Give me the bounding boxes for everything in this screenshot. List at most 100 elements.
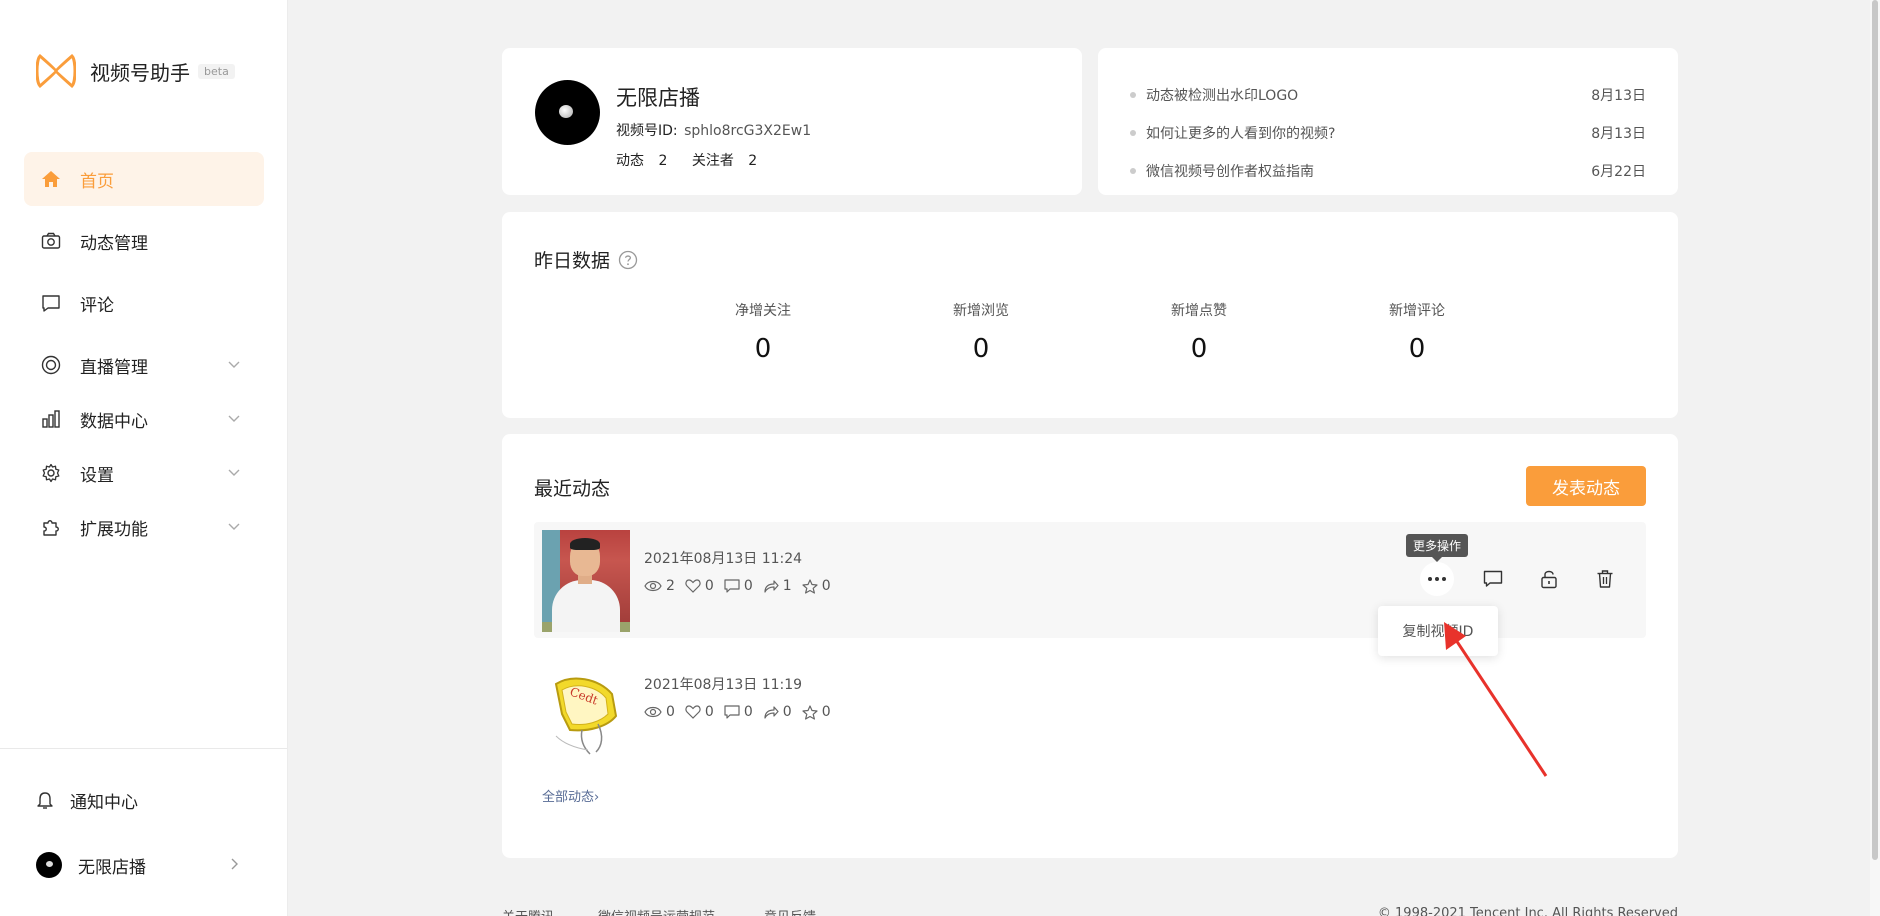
sidebar-item-label: 设置	[80, 465, 114, 486]
news-item[interactable]: 动态被检测出水印LOGO 8月13日	[1130, 76, 1646, 114]
camera-icon	[40, 230, 62, 252]
followers-count: 2	[748, 153, 758, 169]
shares-count: 1	[782, 578, 792, 594]
post-metrics: 2 0 0 1 0	[644, 578, 841, 594]
avatar	[36, 852, 62, 878]
heart-icon	[685, 705, 701, 719]
scrollbar[interactable]	[1870, 0, 1880, 916]
followers-label: 关注者	[691, 153, 734, 169]
news-item[interactable]: 如何让更多的人看到你的视频? 8月13日	[1130, 114, 1646, 152]
all-posts-label: 全部动态	[542, 790, 595, 805]
profile-name: 无限店播	[616, 86, 700, 110]
stat-value: 0	[1190, 334, 1208, 364]
copy-video-id-menu-item[interactable]: 复制视频ID	[1378, 606, 1498, 656]
stat-value: 0	[754, 334, 772, 364]
chevron-down-icon	[228, 523, 240, 530]
post-thumbnail[interactable]: Cedt	[542, 656, 630, 758]
likes-count: 0	[704, 704, 714, 720]
posts-count: 2	[658, 153, 668, 169]
news-date: 8月13日	[1591, 126, 1646, 142]
sidebar-item-home[interactable]: 首页	[24, 152, 264, 206]
account-menu[interactable]: 无限店播	[36, 852, 241, 878]
post-row[interactable]: Cedt 2021年08月13日 11:19 0 0 0 0 0	[534, 648, 1646, 764]
sidebar-item-posts[interactable]: 动态管理	[24, 214, 264, 268]
footer-link[interactable]: 意见反馈	[764, 906, 816, 916]
more-actions-button[interactable]	[1420, 562, 1454, 596]
post-time: 2021年08月13日 11:24	[644, 551, 803, 567]
stat-value: 0	[1408, 334, 1426, 364]
likes-metric: 0	[685, 704, 714, 720]
favs-metric: 0	[802, 704, 831, 720]
comment-icon	[724, 579, 740, 593]
publish-button[interactable]: 发表动态	[1526, 466, 1646, 506]
chevron-right-icon	[231, 858, 238, 870]
heart-icon	[685, 579, 701, 593]
privacy-button[interactable]	[1532, 562, 1566, 596]
likes-metric: 0	[685, 578, 714, 594]
news-list: 动态被检测出水印LOGO 8月13日 如何让更多的人看到你的视频? 8月13日 …	[1130, 76, 1646, 190]
post-metrics: 0 0 0 0 0	[644, 704, 841, 720]
share-icon	[764, 706, 779, 719]
comment-icon	[724, 705, 740, 719]
all-posts-link[interactable]: 全部动态›	[542, 786, 599, 805]
profile-id: 视频号ID: sphlo8rcG3X2Ew1	[616, 120, 811, 140]
sidebar-nav: 首页 动态管理 评论 直播管理 数据中心 设置 扩展功能	[24, 152, 264, 554]
profile-stats: 动态 2 关注者 2	[616, 150, 761, 170]
home-icon	[40, 168, 62, 190]
comments-count: 0	[743, 704, 753, 720]
shares-metric: 1	[763, 578, 792, 594]
news-item[interactable]: 微信视频号创作者权益指南 6月22日	[1130, 152, 1646, 190]
star-icon	[802, 578, 818, 594]
eye-icon	[644, 580, 662, 592]
yesterday-stats-card: 昨日数据 净增关注 0 新增浏览 0 新增点赞 0 新增评论 0	[502, 212, 1678, 418]
thumbnail-figure	[552, 580, 620, 632]
beta-badge: beta	[198, 63, 235, 79]
post-thumbnail[interactable]	[542, 530, 630, 632]
chevron-down-icon	[228, 361, 240, 368]
news-card: 动态被检测出水印LOGO 8月13日 如何让更多的人看到你的视频? 8月13日 …	[1098, 48, 1678, 195]
views-count: 2	[666, 578, 675, 594]
notification-label: 通知中心	[70, 793, 138, 813]
sidebar-item-live[interactable]: 直播管理	[24, 338, 264, 392]
notification-center[interactable]: 通知中心	[36, 788, 138, 813]
stat-new-likes: 新增点赞 0	[1119, 300, 1279, 364]
copyright: © 1998-2021 Tencent Inc. All Rights Rese…	[1377, 906, 1678, 916]
bell-icon	[37, 791, 53, 809]
logo-icon	[36, 53, 76, 89]
sidebar-item-extensions[interactable]: 扩展功能	[24, 500, 264, 554]
thumbnail-figure	[570, 538, 600, 550]
stat-new-views: 新增浏览 0	[901, 300, 1061, 364]
star-icon	[802, 704, 818, 720]
stat-new-comments: 新增评论 0	[1337, 300, 1497, 364]
stat-label: 新增评论	[1389, 303, 1445, 319]
comments-count: 0	[743, 578, 753, 594]
sidebar-item-label: 首页	[80, 171, 114, 192]
divider	[0, 748, 287, 749]
comments-metric: 0	[724, 578, 753, 594]
sidebar-item-comments[interactable]: 评论	[24, 276, 264, 330]
profile-id-value[interactable]: sphlo8rcG3X2Ew1	[684, 123, 811, 139]
sidebar-item-label: 评论	[80, 295, 114, 316]
sidebar-item-data[interactable]: 数据中心	[24, 392, 264, 446]
more-actions-tooltip: 更多操作	[1406, 534, 1469, 562]
chart-icon	[40, 408, 62, 430]
sidebar-item-label: 扩展功能	[80, 519, 148, 540]
delete-button[interactable]	[1588, 562, 1622, 596]
live-icon	[40, 354, 62, 376]
help-icon[interactable]	[618, 250, 638, 270]
comments-metric: 0	[724, 704, 753, 720]
bullet-icon	[1130, 130, 1136, 136]
bullet-icon	[1130, 92, 1136, 98]
comment-button[interactable]	[1476, 562, 1510, 596]
brand[interactable]: 视频号助手 beta	[36, 52, 235, 90]
favs-count: 0	[821, 704, 831, 720]
scrollbar-thumb[interactable]	[1872, 0, 1878, 860]
stat-label: 净增关注	[735, 303, 791, 319]
news-date: 8月13日	[1591, 88, 1646, 104]
chevron-down-icon	[228, 469, 240, 476]
footer-link[interactable]: 微信视频号运营规范	[598, 906, 715, 916]
stat-net-follow: 净增关注 0	[683, 300, 843, 364]
footer-link[interactable]: 关于腾讯	[502, 906, 554, 916]
bullet-icon	[1130, 168, 1136, 174]
sidebar-item-settings[interactable]: 设置	[24, 446, 264, 500]
